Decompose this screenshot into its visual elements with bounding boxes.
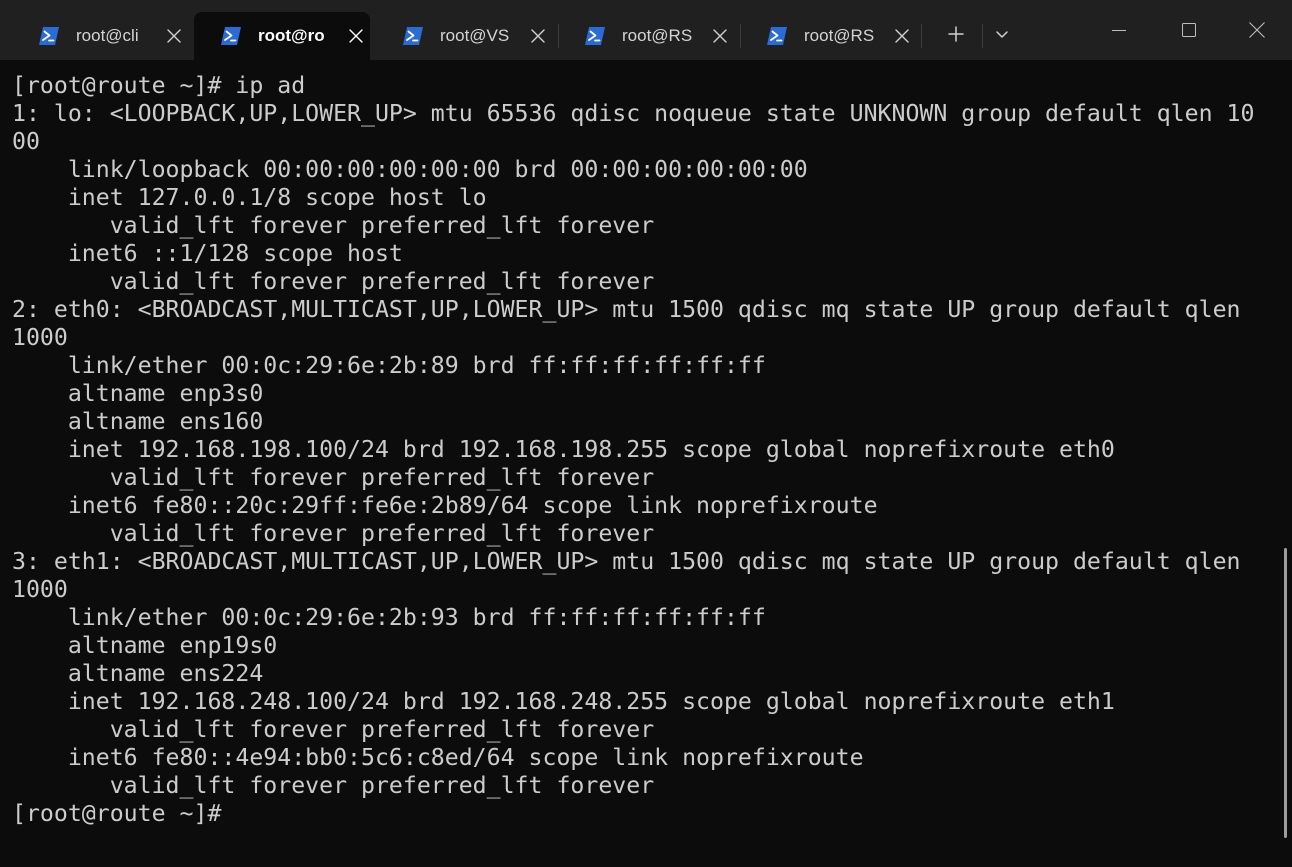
maximize-button[interactable] — [1154, 0, 1224, 60]
tab-3[interactable]: root@VS — [376, 12, 552, 60]
close-icon[interactable] — [712, 28, 728, 44]
terminal-line: inet6 fe80::4e94:bb0:5c6:c8ed/64 scope l… — [12, 744, 864, 771]
terminal-output[interactable]: [root@route ~]# ip ad 1: lo: <LOOPBACK,UP… — [0, 60, 1280, 867]
tab-5[interactable]: root@RS — [740, 12, 916, 60]
tab-dropdown-button[interactable] — [986, 16, 1018, 52]
minimize-icon — [1112, 30, 1126, 31]
terminal-line: inet 192.168.198.100/24 brd 192.168.198.… — [12, 436, 1115, 463]
powershell-icon — [403, 27, 423, 45]
terminal-line: [root@route ~]# — [12, 800, 222, 827]
tab-separator — [921, 24, 922, 48]
close-icon[interactable] — [348, 28, 364, 44]
close-icon[interactable] — [894, 28, 910, 44]
terminal-line: inet 192.168.248.100/24 brd 192.168.248.… — [12, 688, 1115, 715]
powershell-icon — [585, 27, 605, 45]
title-bar[interactable]: root@cli root@ro root@VS root@RS root@RS — [0, 0, 1292, 60]
powershell-icon — [221, 27, 241, 45]
maximize-icon — [1182, 23, 1196, 37]
terminal-line: altname enp19s0 — [12, 632, 278, 659]
tab-title: root@ro — [258, 26, 325, 45]
minimize-button[interactable] — [1084, 0, 1154, 60]
tab-4[interactable]: root@RS — [558, 12, 734, 60]
terminal-window: root@cli root@ro root@VS root@RS root@RS… — [0, 0, 1292, 867]
plus-icon — [948, 26, 964, 42]
scrollbar-thumb[interactable] — [1284, 548, 1287, 838]
terminal-line: altname enp3s0 — [12, 380, 264, 407]
powershell-icon — [767, 27, 787, 45]
terminal-line: inet6 ::1/128 scope host — [12, 240, 403, 267]
close-icon[interactable] — [530, 28, 546, 44]
terminal-line: valid_lft forever preferred_lft forever — [12, 268, 655, 295]
tab-title: root@RS — [622, 26, 693, 45]
close-window-button[interactable] — [1222, 0, 1292, 60]
chevron-down-icon — [996, 31, 1008, 38]
close-icon[interactable] — [166, 28, 182, 44]
tab-title: root@VS — [440, 26, 510, 45]
terminal-line: altname ens160 — [12, 408, 264, 435]
tab-title: root@RS — [804, 26, 875, 45]
terminal-line: altname ens224 — [12, 660, 264, 687]
terminal-line: 3: eth1: <BROADCAST,MULTICAST,UP,LOWER_U… — [12, 548, 1241, 575]
terminal-line: 00 — [12, 128, 40, 155]
powershell-icon — [39, 27, 59, 45]
terminal-line: valid_lft forever preferred_lft forever — [12, 520, 655, 547]
terminal-line: link/ether 00:0c:29:6e:2b:89 brd ff:ff:f… — [12, 352, 766, 379]
terminal-line: 1: lo: <LOOPBACK,UP,LOWER_UP> mtu 65536 … — [12, 100, 1255, 127]
terminal-line: link/loopback 00:00:00:00:00:00 brd 00:0… — [12, 156, 808, 183]
terminal-line: link/ether 00:0c:29:6e:2b:93 brd ff:ff:f… — [12, 604, 766, 631]
new-tab-button[interactable] — [936, 16, 976, 52]
scrollbar[interactable] — [1280, 60, 1292, 867]
terminal-line: valid_lft forever preferred_lft forever — [12, 772, 655, 799]
terminal-line: inet 127.0.0.1/8 scope host lo — [12, 184, 487, 211]
tab-1[interactable]: root@cli — [12, 12, 188, 60]
terminal-line: valid_lft forever preferred_lft forever — [12, 716, 655, 743]
terminal-line: [root@route ~]# ip ad — [12, 72, 306, 99]
tab-title: root@cli — [76, 26, 139, 45]
terminal-line: 1000 — [12, 324, 68, 351]
close-icon — [1249, 22, 1265, 38]
terminal-line: inet6 fe80::20c:29ff:fe6e:2b89/64 scope … — [12, 492, 878, 519]
terminal-line: valid_lft forever preferred_lft forever — [12, 212, 655, 239]
tab-separator — [982, 24, 983, 48]
terminal-line: 1000 — [12, 576, 68, 603]
terminal-line: valid_lft forever preferred_lft forever — [12, 464, 655, 491]
terminal-line: 2: eth0: <BROADCAST,MULTICAST,UP,LOWER_U… — [12, 296, 1241, 323]
tab-2[interactable]: root@ro — [194, 12, 370, 60]
